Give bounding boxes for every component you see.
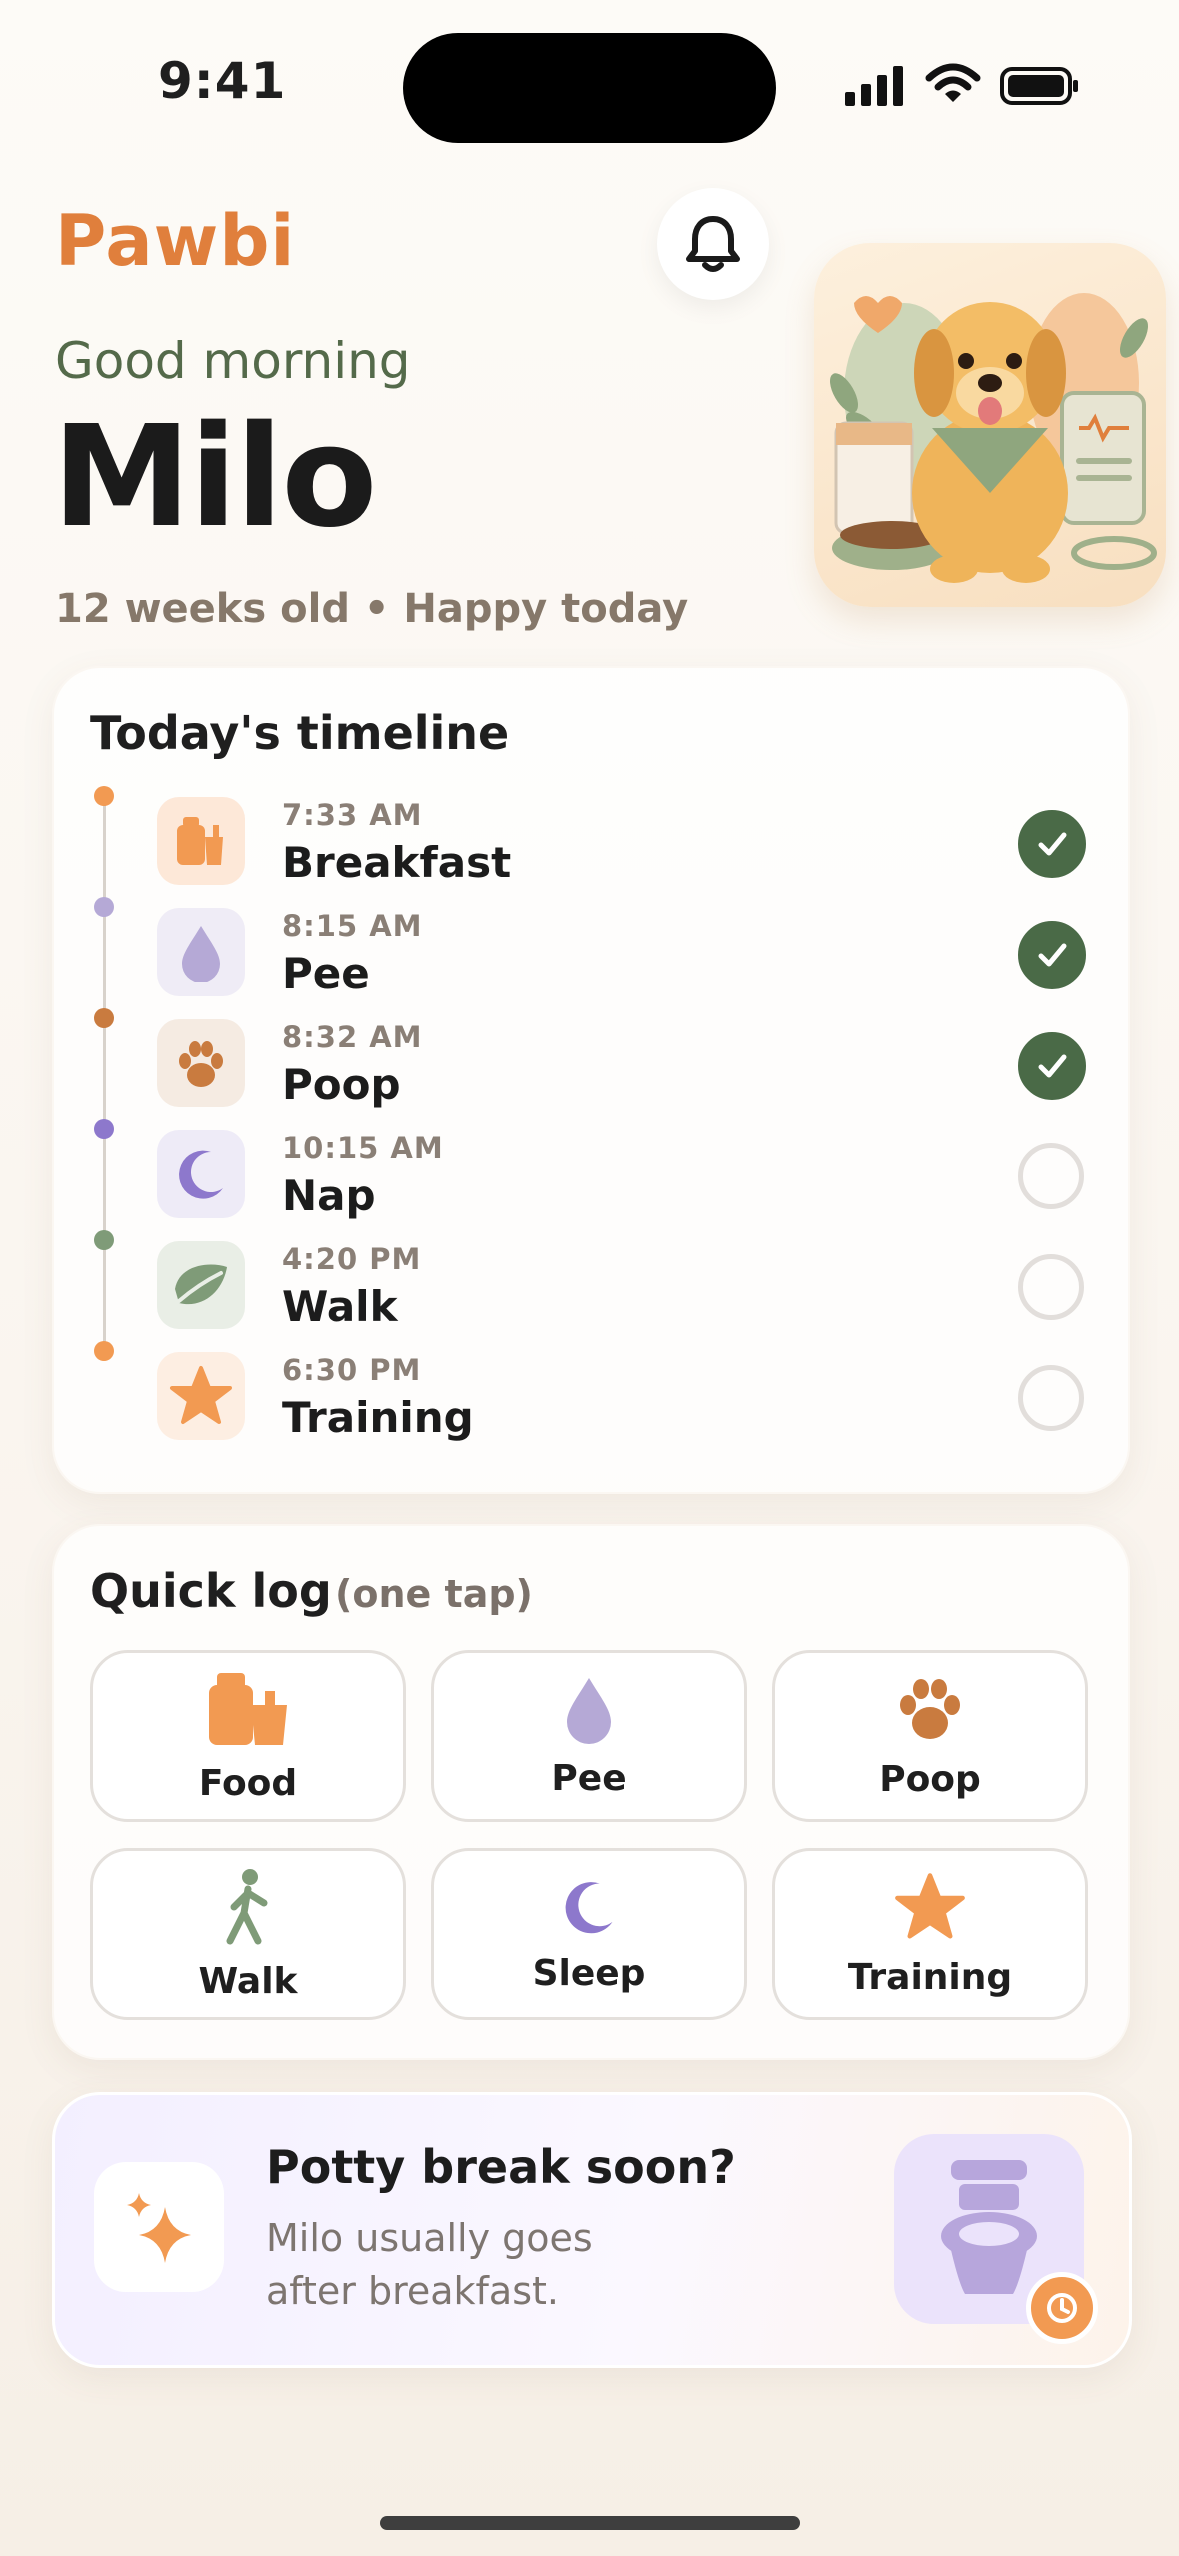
quick-log-label: Pee: [551, 1757, 627, 1799]
quick-log-training-button[interactable]: Training: [772, 1848, 1088, 2020]
timeline-label: Pee: [282, 949, 370, 998]
food-bag-icon: [209, 1672, 287, 1745]
timeline-time: 6:30 PM: [282, 1353, 422, 1387]
timeline-label: Breakfast: [282, 838, 512, 887]
timeline-time: 7:33 AM: [282, 798, 423, 832]
dynamic-island: [403, 33, 776, 143]
home-indicator[interactable]: [380, 2516, 800, 2530]
quick-log-title: Quick log: [90, 1564, 332, 1618]
timeline-title: Today's timeline: [90, 706, 510, 760]
timeline-label: Poop: [282, 1060, 401, 1109]
droplet-icon: [157, 908, 245, 996]
checkmark-icon: [1038, 943, 1067, 967]
timeline-dot: [94, 1008, 114, 1028]
pet-name: Milo: [52, 396, 377, 559]
checkmark-icon: [1038, 1054, 1067, 1078]
timeline-check-empty[interactable]: [1018, 1365, 1084, 1431]
quick-log-label: Walk: [198, 1960, 298, 2002]
cellular-signal-icon: [845, 66, 903, 106]
bell-icon: [686, 216, 740, 272]
timeline-check-done[interactable]: [1018, 921, 1086, 989]
timeline-time: 10:15 AM: [282, 1131, 444, 1165]
greeting-text: Good morning: [55, 332, 411, 390]
moon-icon: [157, 1130, 245, 1218]
puppy-illustration: [814, 243, 1166, 607]
timeline-time: 8:32 AM: [282, 1020, 423, 1054]
quick-log-sleep-button[interactable]: Sleep: [431, 1848, 747, 2020]
timeline-check-empty[interactable]: [1018, 1143, 1084, 1209]
timeline-dot: [94, 1341, 114, 1361]
quick-log-label: Training: [847, 1956, 1013, 1998]
quick-log-label: Food: [198, 1762, 298, 1804]
quick-log-subtitle: (one tap): [335, 1572, 533, 1616]
timeline-label: Walk: [282, 1282, 398, 1331]
sparkle-icon: [94, 2162, 224, 2292]
notifications-button[interactable]: [657, 188, 769, 300]
wifi-icon: [925, 63, 981, 102]
timeline-connector: [103, 795, 106, 1355]
status-time: 9:41: [158, 52, 287, 110]
timeline-dot: [94, 1230, 114, 1250]
timeline-check-done[interactable]: [1018, 1032, 1086, 1100]
quick-log-label: Poop: [879, 1758, 981, 1800]
star-icon: [895, 1872, 965, 1938]
potty-description: Milo usually goes after breakfast.: [266, 2216, 593, 2313]
timeline-dot: [94, 1119, 114, 1139]
potty-title: Potty break soon?: [266, 2140, 736, 2194]
timeline-label: Nap: [282, 1171, 376, 1220]
food-bag-icon: [157, 797, 245, 885]
quick-log-walk-button[interactable]: Walk: [90, 1848, 406, 2020]
paw-icon: [900, 1678, 960, 1739]
app-brand: Pawbi: [55, 200, 296, 282]
leaf-icon: [157, 1241, 245, 1329]
timeline-check-done[interactable]: [1018, 810, 1086, 878]
timeline-dot: [94, 786, 114, 806]
timeline-check-empty[interactable]: [1018, 1254, 1084, 1320]
quick-log-poop-button[interactable]: Poop: [772, 1650, 1088, 1822]
timeline-dot: [94, 897, 114, 917]
timeline-label: Training: [282, 1393, 474, 1442]
paw-icon: [157, 1019, 245, 1107]
timeline-time: 8:15 AM: [282, 909, 423, 943]
walking-person-icon: [226, 1868, 268, 1944]
battery-icon: [1000, 67, 1078, 105]
pet-status-line: 12 weeks old • Happy today: [55, 586, 689, 632]
droplet-icon: [567, 1677, 611, 1744]
star-icon: [157, 1352, 245, 1440]
quick-log-label: Sleep: [532, 1952, 646, 1994]
quick-log-pee-button[interactable]: Pee: [431, 1650, 747, 1822]
clock-icon: [1026, 2272, 1098, 2344]
checkmark-icon: [1038, 832, 1067, 856]
quick-log-food-button[interactable]: Food: [90, 1650, 406, 1822]
timeline-time: 4:20 PM: [282, 1242, 422, 1276]
moon-icon: [565, 1881, 613, 1933]
